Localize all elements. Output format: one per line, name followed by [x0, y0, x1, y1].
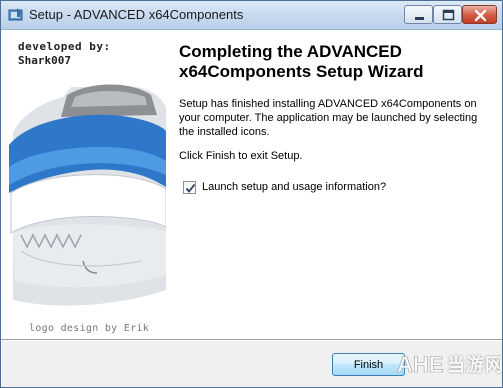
- shark-logo: [9, 84, 166, 306]
- title-bar[interactable]: Setup - ADVANCED x64Components: [1, 1, 502, 30]
- checkmark-icon: [185, 183, 196, 193]
- wizard-content: Completing the ADVANCED x64Components Se…: [166, 30, 502, 339]
- minimize-icon: [415, 17, 424, 20]
- launch-checkbox-label[interactable]: Launch setup and usage information?: [202, 181, 386, 193]
- launch-checkbox[interactable]: [183, 181, 196, 194]
- wizard-sidebar: developed by: Shark007 logo design by Er…: [1, 30, 166, 339]
- watermark-brand-text: AHE: [397, 352, 443, 377]
- close-icon: [474, 9, 487, 22]
- footer-divider: [1, 339, 502, 341]
- maximize-icon: [442, 9, 455, 21]
- page-title: Completing the ADVANCED x64Components Se…: [179, 42, 424, 81]
- watermark-brand-mark: AHE: [397, 352, 443, 378]
- close-button[interactable]: [462, 5, 497, 24]
- logo-credit: logo design by Erik: [29, 323, 150, 334]
- exit-instruction: Click Finish to exit Setup.: [179, 150, 303, 162]
- setup-app-icon: [8, 8, 23, 21]
- developed-by-label: developed by:: [18, 40, 111, 53]
- maximize-button[interactable]: [433, 5, 462, 24]
- site-watermark: AHE 当游网: [395, 347, 503, 383]
- finish-description: Setup has finished installing ADVANCED x…: [179, 98, 478, 138]
- window-title: Setup - ADVANCED x64Components: [29, 7, 244, 22]
- setup-window: Setup - ADVANCED x64Components developed…: [0, 0, 503, 388]
- minimize-button[interactable]: [404, 5, 433, 24]
- developer-name: Shark007: [18, 54, 71, 67]
- watermark-site-text: 当游网: [447, 355, 503, 375]
